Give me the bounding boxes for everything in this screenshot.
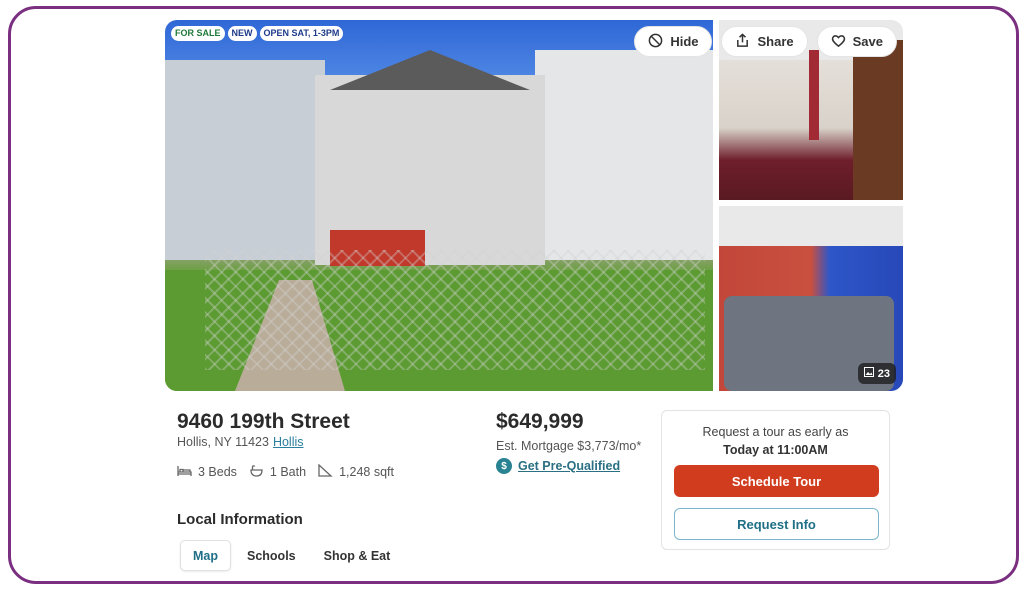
beds-fact: 3 Beds bbox=[177, 464, 237, 480]
listing-badges: FOR SALE NEW OPEN SAT, 1-3PM bbox=[171, 26, 344, 41]
sqft-label: 1,248 sqft bbox=[339, 465, 394, 479]
share-icon bbox=[735, 32, 750, 51]
baths-label: 1 Bath bbox=[269, 465, 307, 479]
local-info-heading: Local Information bbox=[177, 511, 303, 528]
photo-thumbnail-bedroom[interactable]: 23 bbox=[719, 206, 903, 391]
local-info-tabs: Map Schools Shop & Eat bbox=[180, 540, 402, 571]
heart-icon bbox=[831, 33, 846, 51]
photo-count-badge[interactable]: 23 bbox=[857, 363, 896, 384]
hide-label: Hide bbox=[670, 34, 699, 49]
bathtub-icon bbox=[249, 464, 264, 480]
share-label: Share bbox=[757, 34, 794, 49]
tab-schools[interactable]: Schools bbox=[235, 540, 308, 571]
prequalify-link[interactable]: $ Get Pre-Qualified bbox=[496, 458, 620, 474]
hide-button[interactable]: Hide bbox=[634, 26, 713, 57]
badge-for-sale: FOR SALE bbox=[171, 26, 225, 41]
neighborhood-link[interactable]: Hollis bbox=[273, 435, 304, 449]
save-button[interactable]: Save bbox=[816, 26, 897, 57]
listing-facts: 3 Beds 1 Bath 1,248 sqft bbox=[177, 463, 394, 480]
share-button[interactable]: Share bbox=[721, 26, 808, 57]
badge-open-house: OPEN SAT, 1-3PM bbox=[259, 26, 344, 41]
chain-link-fence bbox=[205, 250, 705, 370]
tour-earliest-time: Today at 11:00AM bbox=[723, 443, 828, 457]
badge-new: NEW bbox=[227, 26, 257, 41]
listing-location: Hollis, NY 11423 Hollis bbox=[177, 435, 304, 449]
image-icon bbox=[863, 367, 874, 380]
photo-gallery: FOR SALE NEW OPEN SAT, 1-3PM 23 Hide Sha… bbox=[165, 20, 903, 391]
ruler-icon bbox=[318, 463, 333, 480]
front-door bbox=[853, 40, 903, 200]
photo-actions: Hide Share Save bbox=[634, 26, 897, 57]
beds-label: 3 Beds bbox=[198, 465, 237, 479]
curtain bbox=[809, 50, 819, 140]
room-ceiling bbox=[719, 206, 903, 246]
listing-price: $649,999 bbox=[496, 410, 584, 433]
listing-address: 9460 199th Street bbox=[177, 410, 350, 433]
schedule-tour-button[interactable]: Schedule Tour bbox=[674, 465, 879, 497]
bed-icon bbox=[177, 464, 192, 480]
dollar-icon: $ bbox=[496, 458, 512, 474]
baths-fact: 1 Bath bbox=[249, 464, 306, 480]
sqft-fact: 1,248 sqft bbox=[318, 463, 394, 480]
tour-intro: Request a tour as early as bbox=[702, 425, 849, 439]
photo-count: 23 bbox=[877, 367, 890, 380]
save-label: Save bbox=[852, 34, 883, 49]
tour-request-card: Request a tour as early as Today at 11:0… bbox=[661, 410, 890, 550]
tab-map[interactable]: Map bbox=[180, 540, 231, 571]
city-state-zip: Hollis, NY 11423 bbox=[177, 435, 269, 449]
mortgage-estimate: Est. Mortgage $3,773/mo* bbox=[496, 439, 642, 453]
main-photo[interactable]: FOR SALE NEW OPEN SAT, 1-3PM bbox=[165, 20, 713, 391]
tab-shop-eat[interactable]: Shop & Eat bbox=[312, 540, 403, 571]
hide-icon bbox=[648, 33, 663, 51]
neighbor-house-left bbox=[165, 60, 325, 260]
request-info-button[interactable]: Request Info bbox=[674, 508, 879, 540]
neighbor-house-right bbox=[535, 50, 713, 260]
prequalify-label: Get Pre-Qualified bbox=[518, 459, 621, 473]
